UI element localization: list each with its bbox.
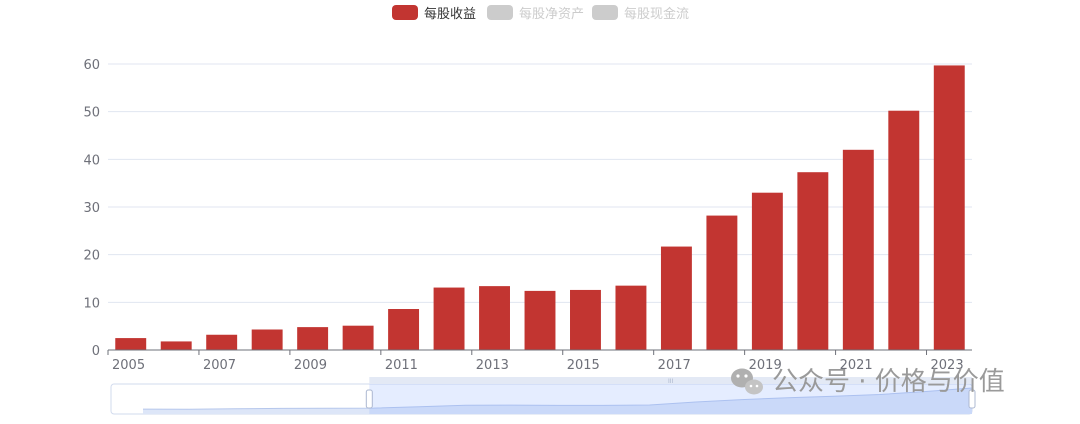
legend-label: 每股净资产 [519, 6, 584, 22]
grid-lines [108, 63, 972, 303]
bar-2008 [251, 329, 283, 350]
legend-swatch [592, 5, 618, 20]
legend-item-3[interactable]: 每股现金流 [592, 5, 689, 22]
bar-2021 [842, 149, 874, 350]
bar-2019 [751, 192, 783, 350]
legend-swatch [392, 5, 418, 20]
bar-2006 [160, 341, 192, 350]
bar-2014 [524, 290, 556, 350]
x-tick-label: 2013 [476, 358, 509, 373]
legend-swatch [487, 5, 513, 20]
x-tick-label: 2007 [203, 358, 236, 373]
bar-2012 [433, 287, 465, 350]
y-tick-label: 20 [83, 249, 100, 264]
bar-2016 [615, 285, 647, 350]
x-tick-label: 2011 [385, 358, 418, 373]
watermark-text: 公众号 · 价格与价值 [772, 367, 1005, 397]
bar-chart: 每股收益 每股净资产 每股现金流 0 10 20 30 40 50 60 2005 2007 200… [83, 5, 1005, 415]
legend-label: 每股现金流 [624, 6, 689, 22]
y-tick-label: 10 [83, 296, 100, 311]
legend-item-1[interactable]: 每股收益 [392, 5, 476, 22]
bar-2011 [388, 309, 420, 350]
bar-2022 [888, 110, 920, 350]
y-axis: 0 10 20 30 40 50 60 [83, 58, 100, 359]
y-tick-label: 0 [92, 344, 100, 359]
bar-2018 [706, 215, 738, 350]
bar-2007 [206, 334, 238, 350]
x-tick-label: 2015 [567, 358, 600, 373]
y-tick-label: 30 [83, 201, 100, 216]
legend-label: 每股收益 [424, 6, 476, 22]
legend-item-2[interactable]: 每股净资产 [487, 5, 584, 22]
bar-2010 [342, 325, 374, 350]
bar-2020 [797, 172, 829, 350]
bar-2005 [115, 338, 147, 350]
y-tick-label: 50 [83, 106, 100, 121]
bar-2015 [570, 289, 601, 350]
y-tick-label: 40 [83, 153, 100, 168]
bar-2013 [479, 286, 510, 350]
bar-2009 [297, 327, 329, 350]
x-tick-label: 2005 [112, 358, 145, 373]
bars [115, 65, 965, 351]
watermark: 公众号 · 价格与价值 [731, 367, 1005, 397]
x-tick-label: 2017 [658, 358, 691, 373]
bar-2017 [660, 246, 692, 350]
zoom-grip-icon[interactable]: III [668, 378, 674, 385]
zoom-handle-left[interactable] [365, 389, 373, 409]
y-tick-label: 60 [83, 58, 100, 73]
legend: 每股收益 每股净资产 每股现金流 [392, 5, 689, 22]
bar-2023 [933, 65, 965, 351]
x-tick-label: 2009 [294, 358, 327, 373]
